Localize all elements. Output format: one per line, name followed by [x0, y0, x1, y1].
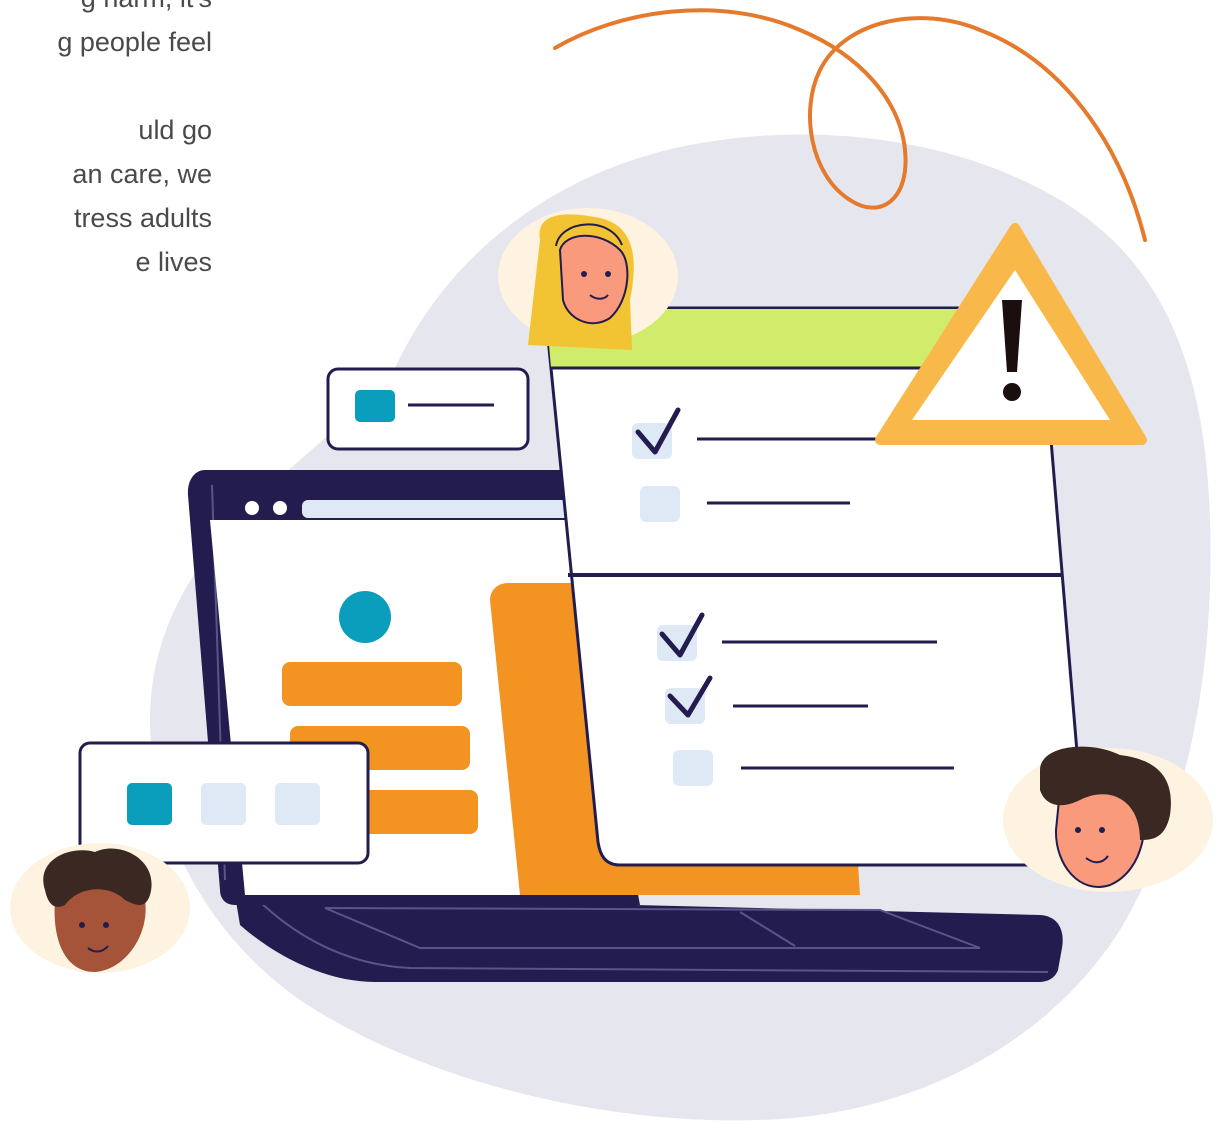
body-text: g harm, it's g people feel uld go an car…	[0, 0, 240, 284]
text-line: g people feel	[57, 27, 212, 57]
small-card	[326, 367, 530, 451]
orange-bar	[282, 662, 462, 706]
profile-dot	[339, 591, 391, 643]
text-line: an care, we	[72, 159, 212, 189]
avatar	[10, 843, 190, 973]
text-line: e lives	[135, 247, 212, 277]
text-line: tress adults	[73, 203, 212, 233]
text-line: g harm, it's	[0, 0, 240, 20]
address-bar	[302, 500, 572, 518]
text-spacer	[0, 64, 240, 108]
text-line: uld go	[138, 115, 212, 145]
small-card-bottom	[78, 741, 370, 865]
